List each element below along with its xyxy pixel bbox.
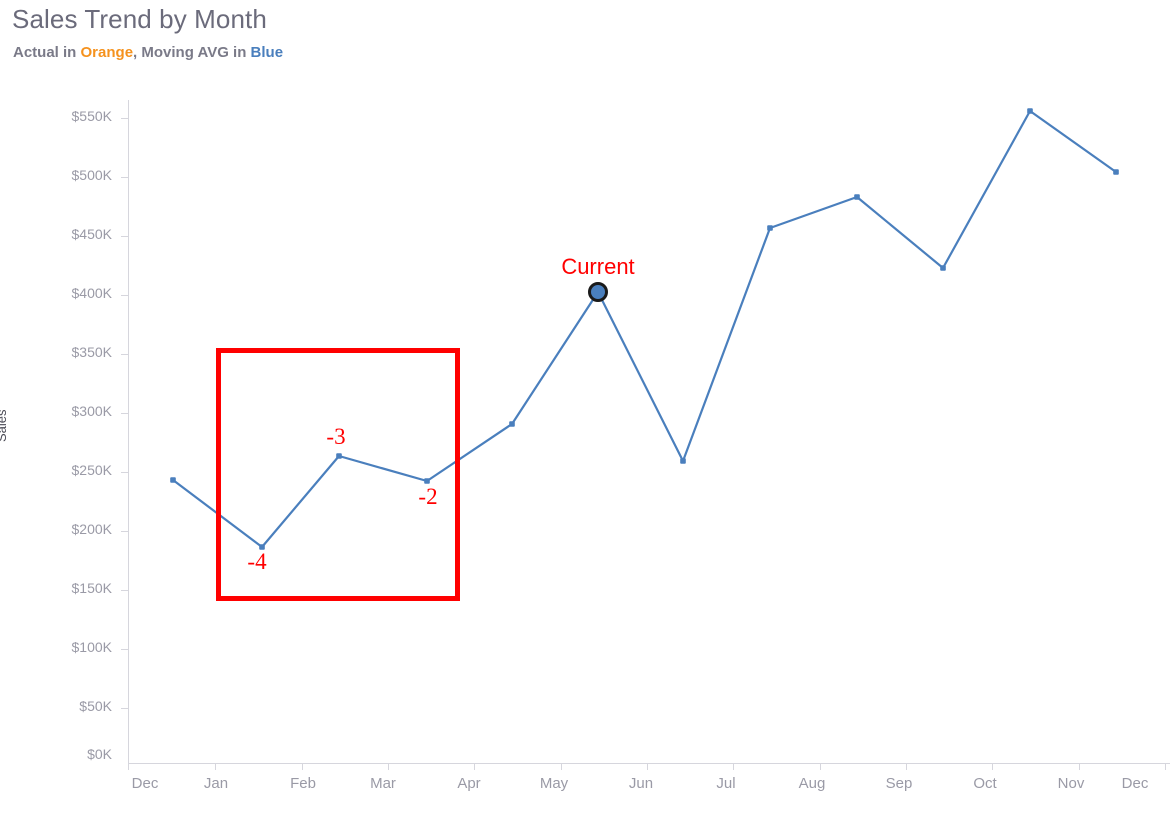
- annotation-current: Current: [561, 254, 635, 279]
- annotation-minus-3: -3: [326, 424, 346, 449]
- annotation-minus-2: -2: [418, 484, 438, 509]
- y-axis-ticks: [121, 118, 128, 709]
- current-point-marker[interactable]: [588, 282, 608, 302]
- chart-canvas: Sales Trend by Month Actual in Orange, M…: [0, 0, 1170, 816]
- annotation-minus-4: -4: [247, 549, 267, 574]
- x-axis-ticks: [128, 763, 1166, 770]
- plot-area: [121, 100, 1170, 770]
